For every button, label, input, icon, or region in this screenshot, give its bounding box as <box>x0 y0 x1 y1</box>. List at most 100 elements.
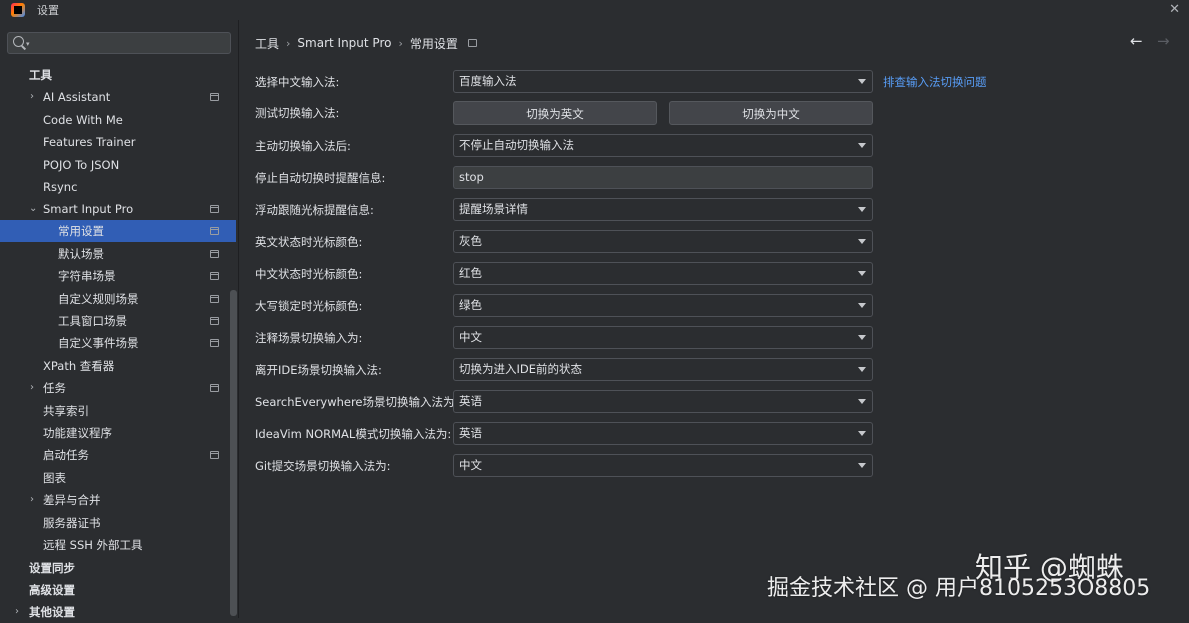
float-hint-select[interactable]: 提醒场景详情 <box>453 198 873 221</box>
tree-item-label: XPath 查看器 <box>43 359 115 373</box>
leave-ide-select[interactable]: 切换为进入IDE前的状态 <box>453 358 873 381</box>
tree-item-label: 功能建议程序 <box>43 426 112 440</box>
tree-item-xpath-viewer[interactable]: XPath 查看器 <box>0 355 236 377</box>
comment-scene-select[interactable]: 中文 <box>453 326 873 349</box>
stop-hint-input[interactable]: stop <box>453 166 873 189</box>
float-hint-value: 提醒场景详情 <box>459 202 528 216</box>
tree-item-label: 共享索引 <box>43 404 89 418</box>
chevron-right-icon: › <box>286 36 291 50</box>
chevron-down-icon <box>858 143 866 148</box>
tree-item-common-settings[interactable]: 常用设置 <box>0 220 236 242</box>
cn-cursor-label: 中文状态时光标颜色: <box>255 267 363 281</box>
sidebar-scrollbar[interactable] <box>230 290 237 616</box>
tree-item-features-trainer[interactable]: Features Trainer <box>0 131 236 153</box>
tree-item-string-scene[interactable]: 字符串场景 <box>0 265 236 287</box>
input-method-value: 百度输入法 <box>459 74 517 88</box>
test-switch-label: 测试切换输入法: <box>255 106 340 120</box>
project-level-icon <box>210 272 219 280</box>
back-arrow-icon[interactable]: ← <box>1130 32 1143 50</box>
tree-item-custom-rule-scene[interactable]: 自定义规则场景 <box>0 288 236 310</box>
project-level-icon <box>210 317 219 325</box>
tree-item-shared-indexes[interactable]: 共享索引 <box>0 400 236 422</box>
cn-cursor-select[interactable]: 红色 <box>453 262 873 285</box>
window-title: 设置 <box>37 4 59 17</box>
row-input-method: 选择中文输入法: 百度输入法 排查输入法切换问题 <box>255 70 1155 94</box>
tree-item-pojo-to-json[interactable]: POJO To JSON <box>0 154 236 176</box>
en-cursor-value: 灰色 <box>459 234 482 248</box>
caps-cursor-select[interactable]: 绿色 <box>453 294 873 317</box>
search-input[interactable] <box>36 33 226 53</box>
tree-item-startup-tasks[interactable]: 启动任务 <box>0 444 236 466</box>
chevron-right-icon[interactable]: › <box>30 377 34 399</box>
close-icon[interactable]: ✕ <box>1169 2 1180 17</box>
juejin-watermark: 掘金技术社区 @ 用户8105253O8805 <box>767 576 1151 601</box>
after-manual-value: 不停止自动切换输入法 <box>459 138 574 152</box>
switch-to-english-button[interactable]: 切换为英文 <box>453 101 657 125</box>
search-history-dropdown-icon[interactable]: ▾ <box>26 40 30 48</box>
tree-item-tool-window-scene[interactable]: 工具窗口场景 <box>0 310 236 332</box>
tree-item-tools[interactable]: 工具 <box>0 64 236 86</box>
tree-item-diagrams[interactable]: 图表 <box>0 467 236 489</box>
ideavim-select[interactable]: 英语 <box>453 422 873 445</box>
row-test-switch: 测试切换输入法: 切换为英文 切换为中文 <box>255 101 1155 125</box>
tree-item-other-settings[interactable]: › 其他设置 <box>0 601 236 623</box>
settings-search[interactable]: ▾ <box>7 32 231 54</box>
project-level-icon <box>210 227 219 235</box>
settings-content: 工具 › Smart Input Pro › 常用设置 ← → 选择中文输入法:… <box>240 20 1189 618</box>
tree-item-code-with-me[interactable]: Code With Me <box>0 109 236 131</box>
tree-item-custom-event-scene[interactable]: 自定义事件场景 <box>0 332 236 354</box>
tree-item-ai-assistant[interactable]: › AI Assistant <box>0 86 236 108</box>
tree-item-label: Rsync <box>43 180 78 194</box>
tree-item-label: Smart Input Pro <box>43 202 134 216</box>
chevron-right-icon[interactable]: › <box>15 601 19 623</box>
input-method-select[interactable]: 百度输入法 <box>453 70 873 93</box>
chevron-right-icon: › <box>398 36 403 50</box>
tree-item-label: 工具窗口场景 <box>58 314 127 328</box>
project-level-icon <box>210 295 219 303</box>
tree-item-tasks[interactable]: › 任务 <box>0 377 236 399</box>
tree-item-feature-suggester[interactable]: 功能建议程序 <box>0 422 236 444</box>
project-level-icon <box>467 39 477 47</box>
chevron-down-icon[interactable]: ⌄ <box>29 198 37 220</box>
tree-item-settings-sync[interactable]: 设置同步 <box>0 557 236 579</box>
switch-to-chinese-button[interactable]: 切换为中文 <box>669 101 873 125</box>
leave-ide-value: 切换为进入IDE前的状态 <box>459 362 583 376</box>
tree-item-label: Code With Me <box>43 113 123 127</box>
after-manual-select[interactable]: 不停止自动切换输入法 <box>453 134 873 157</box>
tree-item-advanced-settings[interactable]: 高级设置 <box>0 579 236 601</box>
ideavim-label: IdeaVim NORMAL模式切换输入法为: <box>255 427 452 441</box>
tree-item-label: AI Assistant <box>43 90 111 104</box>
tree-item-label: 字符串场景 <box>58 269 116 283</box>
caps-cursor-value: 绿色 <box>459 298 482 312</box>
after-manual-label: 主动切换输入法后: <box>255 139 351 153</box>
row-float-hint: 浮动跟随光标提醒信息: 提醒场景详情 <box>255 198 1155 222</box>
tree-item-label: 其他设置 <box>29 605 75 619</box>
git-commit-value: 中文 <box>459 458 482 472</box>
row-stop-hint: 停止自动切换时提醒信息: stop <box>255 166 1155 190</box>
tree-item-smart-input-pro[interactable]: ⌄ Smart Input Pro <box>0 198 236 220</box>
tree-item-diff-merge[interactable]: › 差异与合并 <box>0 489 236 511</box>
troubleshoot-link[interactable]: 排查输入法切换问题 <box>883 70 987 94</box>
tree-item-default-scene[interactable]: 默认场景 <box>0 243 236 265</box>
en-cursor-select[interactable]: 灰色 <box>453 230 873 253</box>
caps-cursor-label: 大写锁定时光标颜色: <box>255 299 363 313</box>
project-level-icon <box>210 451 219 459</box>
breadcrumb-tools[interactable]: 工具 <box>255 35 279 52</box>
tree-item-rsync[interactable]: Rsync <box>0 176 236 198</box>
chevron-down-icon <box>858 207 866 212</box>
git-commit-label: Git提交场景切换输入法为: <box>255 459 391 473</box>
search-everywhere-select[interactable]: 英语 <box>453 390 873 413</box>
chevron-right-icon[interactable]: › <box>30 86 34 108</box>
tree-item-remote-ssh-tools[interactable]: 远程 SSH 外部工具 <box>0 534 236 556</box>
chevron-down-icon <box>858 431 866 436</box>
tree-item-server-certificates[interactable]: 服务器证书 <box>0 512 236 534</box>
forward-arrow-icon[interactable]: → <box>1157 32 1170 50</box>
tree-item-label: Features Trainer <box>43 135 136 149</box>
breadcrumb-smart-input-pro[interactable]: Smart Input Pro <box>297 36 391 50</box>
row-comment-scene: 注释场景切换输入为: 中文 <box>255 326 1155 350</box>
tree-item-label: 自定义事件场景 <box>58 336 139 350</box>
chevron-right-icon[interactable]: › <box>30 489 34 511</box>
breadcrumb-common-settings: 常用设置 <box>409 36 458 51</box>
git-commit-select[interactable]: 中文 <box>453 454 873 477</box>
tree-item-label: 差异与合并 <box>43 493 101 507</box>
